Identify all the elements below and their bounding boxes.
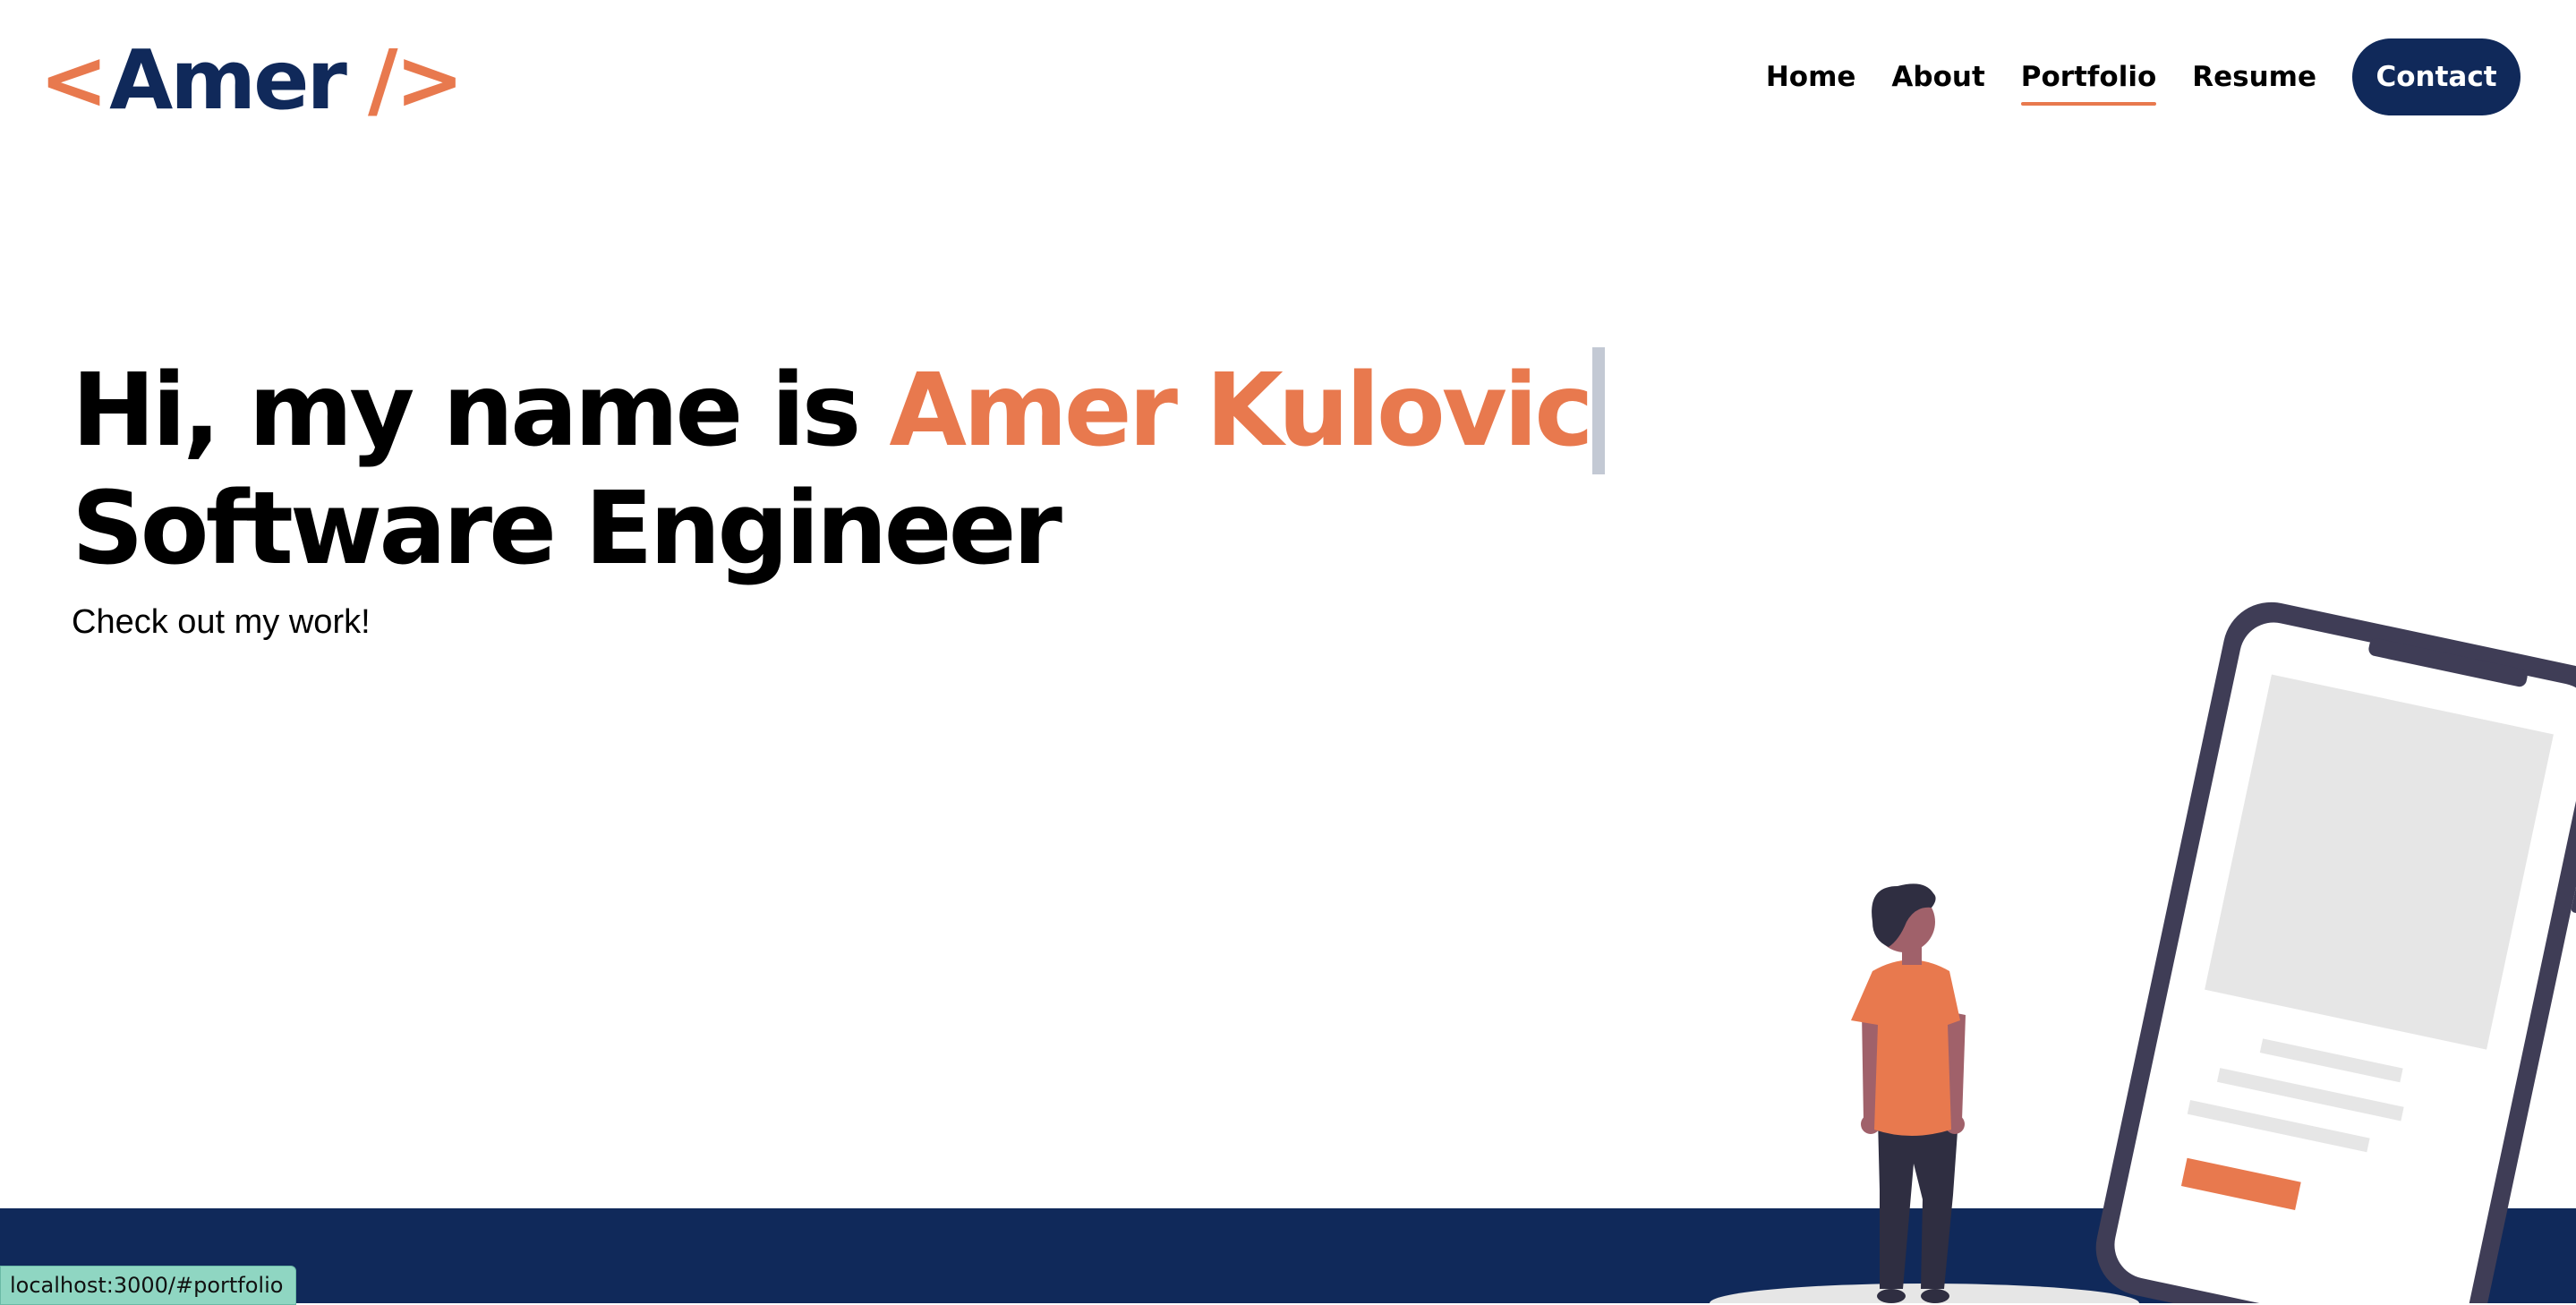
site-logo[interactable]: < Amer /> [39,27,465,134]
nav-about-link[interactable]: About [1891,61,1984,93]
nav-portfolio-link[interactable]: Portfolio [2020,61,2157,106]
logo-close-tag: /> [367,32,465,128]
logo-name: Amer [109,32,347,128]
status-bar-url: localhost:3000/#portfolio [0,1266,297,1305]
hero-job-title: Software Engineer [72,471,1062,587]
nav-resume-link[interactable]: Resume [2192,61,2316,93]
footer-band [0,1208,2576,1303]
hero-name: Amer Kulovic [889,353,1593,469]
hero-greeting: Hi, my name is [72,353,890,469]
contact-button[interactable]: Contact [2352,38,2521,115]
hero-heading-line-1: Hi, my name is Amer Kulovic [72,347,1605,474]
top-navigation: Home About Portfolio Resume Contact [1766,38,2521,116]
hero-section: Hi, my name is Amer Kulovic Software Eng… [72,347,1605,642]
hero-subtitle: Check out my work! [72,603,371,641]
person-looking-at-phone-illustration [1710,601,2576,1303]
phone-illustration [2095,601,2576,1303]
nav-home-link[interactable]: Home [1766,61,1856,93]
logo-open-bracket: < [39,32,108,128]
typing-caret [1591,347,1605,474]
